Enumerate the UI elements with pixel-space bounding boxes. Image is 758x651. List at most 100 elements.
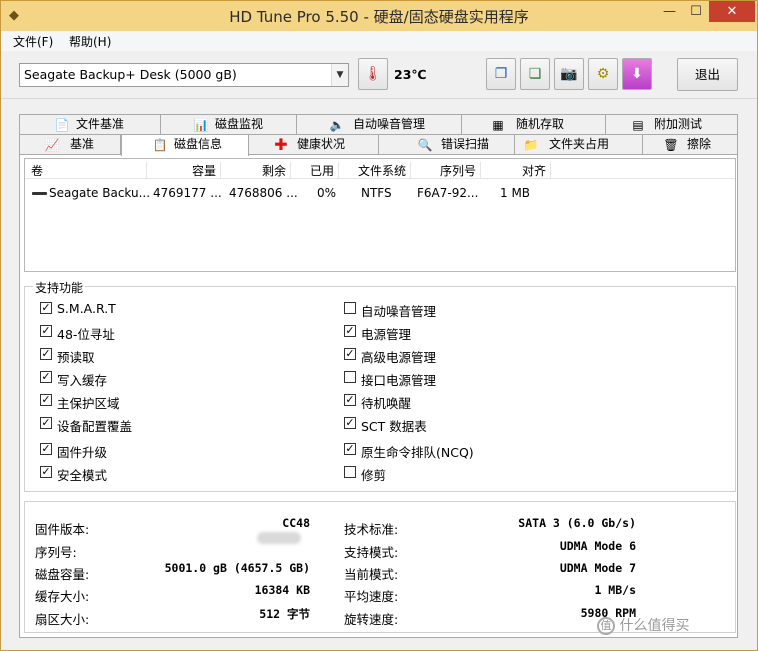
checkbox-checked[interactable]: ✓ bbox=[40, 348, 52, 360]
copy-screen-button[interactable]: ❏ bbox=[520, 58, 550, 90]
checkbox-unchecked[interactable] bbox=[344, 302, 356, 314]
menu-help[interactable]: 帮助(H) bbox=[69, 33, 111, 50]
info-label-right-3: 平均速度: bbox=[344, 589, 399, 604]
camera-icon: 📷 bbox=[560, 66, 578, 82]
tab-label: 磁盘信息 bbox=[174, 137, 223, 151]
tab-label: 文件夹占用 bbox=[549, 137, 610, 151]
checkbox-checked[interactable]: ✓ bbox=[344, 348, 356, 360]
feature-label: SCT 数据表 bbox=[361, 419, 427, 434]
random-access-icon: ▦ bbox=[492, 118, 504, 132]
checkbox-checked[interactable]: ✓ bbox=[40, 371, 52, 383]
checkbox-checked[interactable]: ✓ bbox=[40, 466, 52, 478]
info-label-left-3: 缓存大小: bbox=[35, 589, 90, 604]
info-value-right-1: UDMA Mode 6 bbox=[559, 539, 636, 553]
tab-error-scan[interactable]: 🔍 错误扫描 bbox=[379, 135, 515, 155]
checkbox-checked[interactable]: ✓ bbox=[40, 443, 52, 455]
tab-folder-usage[interactable]: 📁 文件夹占用 bbox=[515, 135, 643, 155]
benchmark-icon: 📈 bbox=[44, 138, 60, 152]
checkbox-checked[interactable]: ✓ bbox=[40, 325, 52, 337]
toolbar: Seagate Backup+ Desk (5000 gB) ▼ 🌡 23℃ ❐… bbox=[1, 51, 757, 99]
temperature-button[interactable]: 🌡 bbox=[358, 58, 388, 90]
feature-label: 自动噪音管理 bbox=[361, 304, 437, 319]
serial-redacted bbox=[257, 532, 301, 544]
copy-text-icon: ❐ bbox=[494, 66, 508, 82]
checkbox-checked[interactable]: ✓ bbox=[40, 394, 52, 406]
col-volume[interactable]: 卷 bbox=[31, 162, 147, 179]
screenshot-button[interactable]: 📷 bbox=[554, 58, 584, 90]
col-filesystem[interactable]: 文件系统 bbox=[339, 162, 411, 179]
tab-label: 附加测试 bbox=[654, 117, 703, 131]
watermark-logo-icon: 值 bbox=[597, 617, 615, 635]
tab-label: 基准 bbox=[70, 137, 95, 151]
options-icon: ⚙ bbox=[596, 66, 610, 82]
maximize-button[interactable]: ☐ bbox=[683, 1, 709, 22]
tab-file-benchmark[interactable]: 📄 文件基准 bbox=[20, 115, 161, 135]
title-bar[interactable]: ◆ HD Tune Pro 5.50 - 硬盘/固态硬盘实用程序 — ☐ ✕ bbox=[1, 1, 757, 31]
volume-used-cell: 0% bbox=[317, 186, 337, 200]
checkbox-checked[interactable]: ✓ bbox=[344, 417, 356, 429]
checkbox-checked[interactable]: ✓ bbox=[40, 302, 52, 314]
checkbox-checked[interactable]: ✓ bbox=[40, 417, 52, 429]
checkbox-checked[interactable]: ✓ bbox=[344, 325, 356, 337]
minimize-button[interactable]: — bbox=[656, 1, 683, 22]
tab-random-access[interactable]: ▦ 随机存取 bbox=[462, 115, 606, 135]
col-serial[interactable]: 序列号 bbox=[411, 162, 481, 179]
speaker-icon: 🔈 bbox=[329, 118, 345, 132]
watermark-text: 什么值得买 bbox=[619, 618, 690, 634]
col-alignment[interactable]: 对齐 bbox=[481, 162, 551, 179]
info-label-left-0: 固件版本: bbox=[35, 522, 90, 537]
save-down-icon: ⬇ bbox=[631, 66, 643, 82]
checkbox-checked[interactable]: ✓ bbox=[344, 394, 356, 406]
tab-aam[interactable]: 🔈 自动噪音管理 bbox=[297, 115, 462, 135]
feature-label: S.M.A.R.T bbox=[57, 301, 116, 316]
info-label-right-0: 技术标准: bbox=[344, 522, 399, 537]
trash-icon: 🗑 bbox=[663, 138, 679, 152]
info-label-left-2: 磁盘容量: bbox=[35, 567, 90, 582]
drive-select-value: Seagate Backup+ Desk (5000 gB) bbox=[24, 67, 237, 82]
tab-erase[interactable]: 🗑 擦除 bbox=[643, 135, 739, 155]
feature-label: 固件升级 bbox=[57, 445, 108, 460]
checkbox-checked[interactable]: ✓ bbox=[344, 443, 356, 455]
chevron-down-icon[interactable]: ▼ bbox=[331, 64, 348, 86]
volume-table[interactable]: 卷 容量 剩余 已用 文件系统 序列号 对齐 Seagate Backu... … bbox=[24, 158, 736, 272]
save-button[interactable]: ⬇ bbox=[622, 58, 652, 90]
tab-health[interactable]: ✚ 健康状况 bbox=[249, 135, 379, 155]
tab-disk-info[interactable]: 📋 磁盘信息 bbox=[121, 134, 249, 156]
info-value-left-3: 16384 KB bbox=[254, 583, 310, 597]
info-value-left-2: 5001.0 gB (4657.5 GB) bbox=[164, 561, 310, 575]
col-used[interactable]: 已用 bbox=[291, 162, 339, 179]
exit-button[interactable]: 退出 bbox=[677, 58, 738, 91]
tab-disk-monitor[interactable]: 📊 磁盘监视 bbox=[161, 115, 297, 135]
tab-label: 错误扫描 bbox=[441, 137, 490, 151]
tab-label: 随机存取 bbox=[516, 117, 565, 131]
drive-select[interactable]: Seagate Backup+ Desk (5000 gB) ▼ bbox=[19, 63, 349, 87]
checkbox-unchecked[interactable] bbox=[344, 466, 356, 478]
col-capacity[interactable]: 容量 bbox=[147, 162, 221, 179]
features-title: 支持功能 bbox=[33, 279, 86, 296]
volume-name-cell[interactable]: Seagate Backu... bbox=[49, 186, 150, 200]
tab-label: 磁盘监视 bbox=[215, 117, 264, 131]
options-button[interactable]: ⚙ bbox=[588, 58, 618, 90]
file-benchmark-icon: 📄 bbox=[54, 118, 70, 132]
volume-capacity-cell: 4769177 ... bbox=[153, 186, 222, 200]
checkbox-unchecked[interactable] bbox=[344, 371, 356, 383]
features-group: 支持功能 ✓ S.M.A.R.T ✓ 48-位寻址 ✓ 预读取 ✓ 写入缓存 ✓ 主保护区域 ✓ 设备… bbox=[24, 279, 736, 492]
extra-tests-icon: ▤ bbox=[632, 118, 644, 132]
col-free[interactable]: 剩余 bbox=[221, 162, 291, 179]
drive-info-group: 固件版本: CC48 序列号: 磁盘容量: 5001.0 gB (4657.5 GB) 缓… bbox=[24, 501, 736, 633]
magnifier-icon: 🔍 bbox=[417, 138, 433, 152]
tab-label: 健康状况 bbox=[297, 137, 346, 151]
close-button[interactable]: ✕ bbox=[709, 1, 755, 22]
tab-benchmark[interactable]: 📈 基准 bbox=[20, 135, 121, 155]
info-value-left-4: 512 字节 bbox=[259, 607, 310, 621]
feature-label: 修剪 bbox=[361, 468, 387, 483]
tab-row-top: 📄 文件基准 📊 磁盘监视 🔈 自动噪音管理 ▦ 随机存取 ▤ 附加测试 bbox=[19, 114, 739, 135]
info-value-right-3: 1 MB/s bbox=[594, 583, 636, 597]
info-value-left-0: CC48 bbox=[282, 516, 310, 530]
copy-text-button[interactable]: ❐ bbox=[486, 58, 516, 90]
window-title: HD Tune Pro 5.50 - 硬盘/固态硬盘实用程序 bbox=[229, 8, 529, 26]
tab-label: 文件基准 bbox=[76, 117, 125, 131]
menu-file[interactable]: 文件(F) bbox=[13, 33, 53, 50]
feature-label: 高级电源管理 bbox=[361, 350, 437, 365]
tab-extra-tests[interactable]: ▤ 附加测试 bbox=[606, 115, 739, 135]
